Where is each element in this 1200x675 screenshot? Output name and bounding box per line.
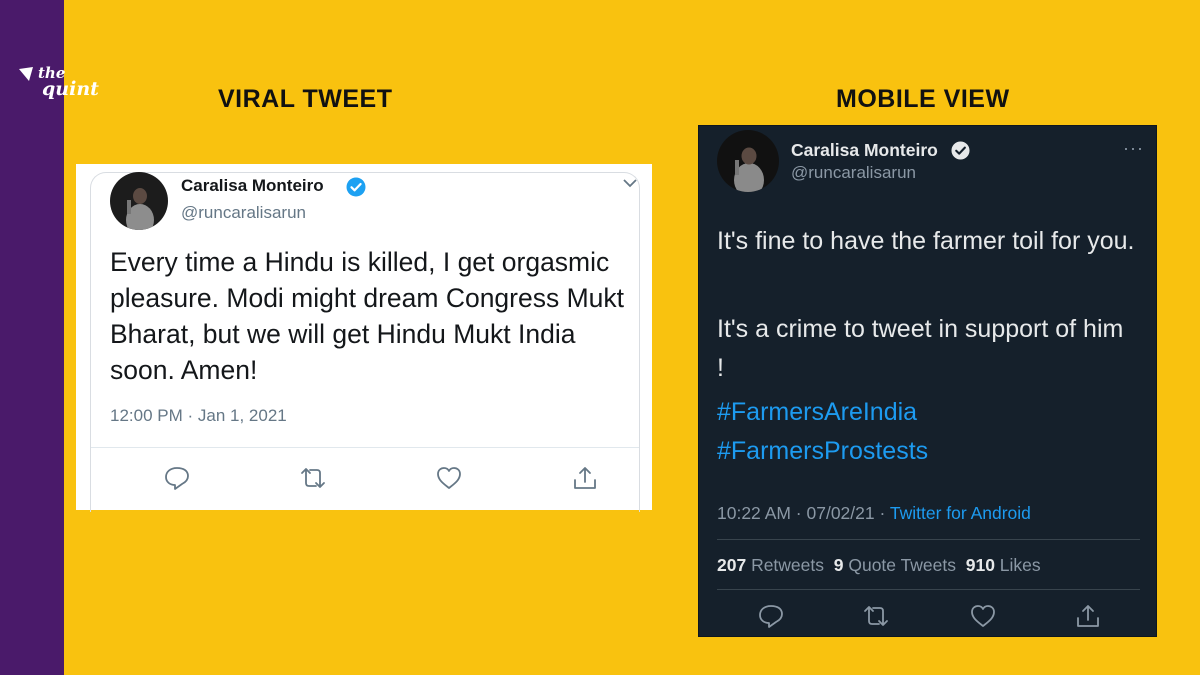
divider: [717, 589, 1140, 590]
display-name[interactable]: Caralisa Monteiro: [181, 176, 324, 196]
likes-label[interactable]: Likes: [995, 555, 1041, 575]
reply-icon[interactable]: [163, 464, 191, 492]
viral-tweet-card: Caralisa Monteiro @runcaralisarun Every …: [76, 164, 652, 512]
like-icon[interactable]: [969, 602, 997, 630]
logo-mark-icon: [19, 67, 33, 81]
timestamp[interactable]: 10:22 AM · 07/02/21 ·: [717, 503, 890, 523]
source-link[interactable]: Twitter for Android: [890, 503, 1031, 523]
quote-tweets-label[interactable]: Quote Tweets: [843, 555, 965, 575]
viral-tweet-label: VIRAL TWEET: [218, 85, 393, 113]
tweet-paragraph-1: It's fine to have the farmer toil for yo…: [717, 227, 1135, 255]
engagement-stats: 207 Retweets 9 Quote Tweets 910 Likes: [717, 555, 1041, 576]
share-icon[interactable]: [1074, 602, 1102, 630]
tweet-paragraph-2: It's a crime to tweet in support of him …: [717, 315, 1124, 382]
likes-count[interactable]: 910: [966, 555, 995, 575]
verified-badge-icon: [346, 177, 366, 197]
share-icon[interactable]: [571, 464, 599, 492]
display-name[interactable]: Caralisa Monteiro: [791, 140, 938, 161]
avatar[interactable]: [717, 130, 779, 192]
hashtag-link[interactable]: #FarmersAreIndia: [717, 398, 917, 427]
chevron-down-icon[interactable]: [622, 176, 638, 190]
mobile-tweet-card: Caralisa Monteiro @runcaralisarun ··· It…: [698, 125, 1157, 637]
tweet-text: Every time a Hindu is killed, I get orga…: [110, 247, 625, 385]
hashtag-link[interactable]: #FarmersProstests: [717, 437, 928, 466]
handle[interactable]: @runcaralisarun: [791, 163, 916, 183]
handle[interactable]: @runcaralisarun: [181, 203, 306, 223]
retweet-icon[interactable]: [299, 464, 327, 492]
avatar[interactable]: [110, 172, 168, 230]
reply-icon[interactable]: [757, 602, 785, 630]
retweets-count[interactable]: 207: [717, 555, 746, 575]
divider: [717, 539, 1140, 540]
the-quint-logo: the quint: [18, 64, 99, 104]
retweets-label[interactable]: Retweets: [746, 555, 834, 575]
logo-text-bottom: quint: [42, 78, 99, 100]
verified-badge-icon: [951, 141, 970, 160]
retweet-icon[interactable]: [862, 602, 890, 630]
more-options-icon[interactable]: ···: [1123, 138, 1144, 159]
timestamp[interactable]: 12:00 PM · Jan 1, 2021: [110, 406, 287, 426]
mobile-view-label: MOBILE VIEW: [836, 85, 1010, 113]
tweet-meta: 10:22 AM · 07/02/21 · Twitter for Androi…: [717, 503, 1031, 524]
divider: [91, 447, 639, 448]
like-icon[interactable]: [435, 464, 463, 492]
